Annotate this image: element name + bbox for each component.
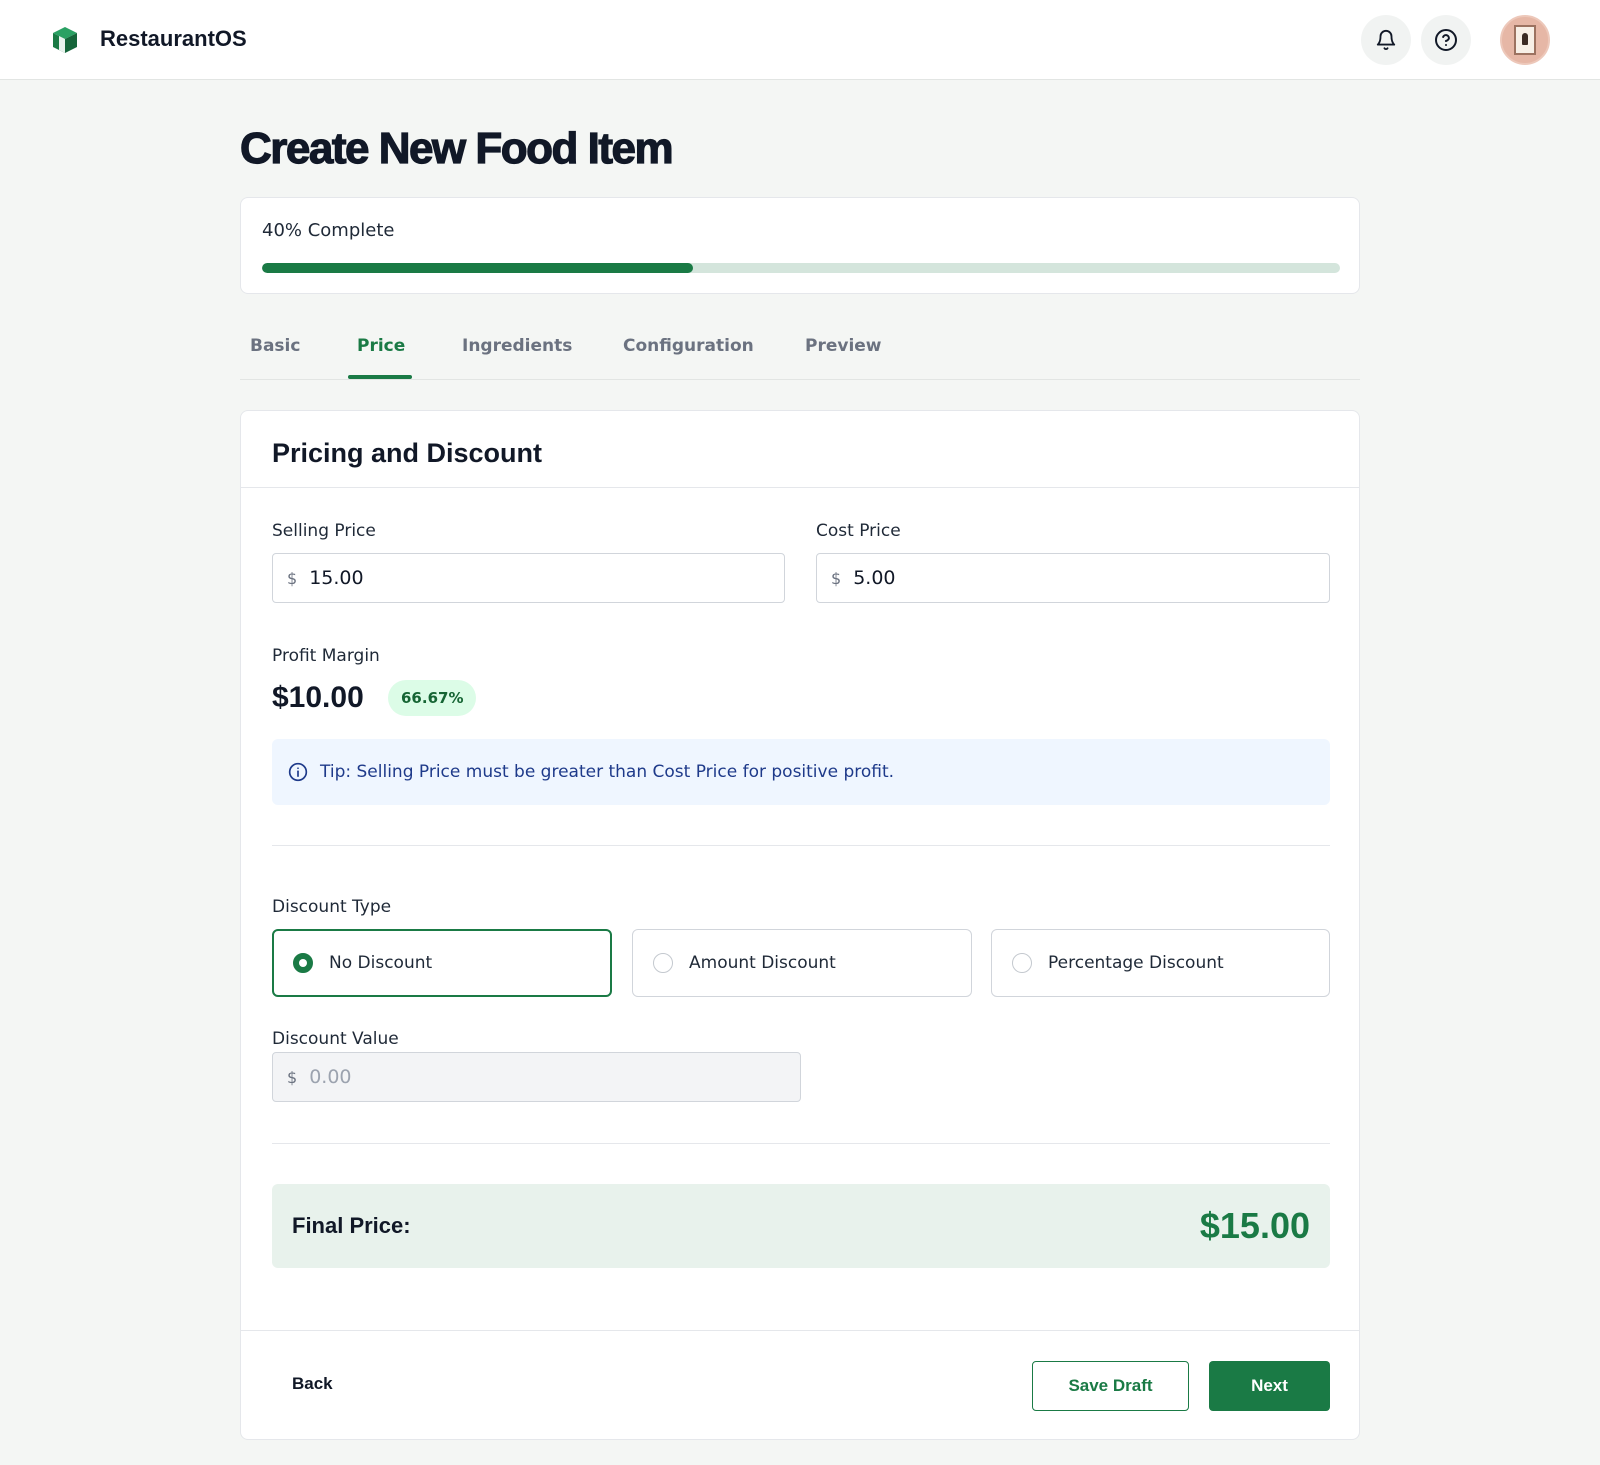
card-header: Pricing and Discount <box>241 411 1359 488</box>
tab-basic[interactable]: Basic <box>250 336 300 380</box>
currency-symbol: $ <box>287 568 298 588</box>
avatar-image <box>1514 25 1536 55</box>
card-footer: Back Save Draft Next <box>241 1330 1359 1440</box>
currency-symbol: $ <box>287 1067 298 1087</box>
cost-price-label: Cost Price <box>816 521 901 541</box>
section-divider <box>272 1143 1330 1144</box>
progress-bar-fill <box>262 263 694 273</box>
top-bar: RestaurantOS <box>0 0 1600 80</box>
profit-margin-value: $10.00 <box>272 681 364 714</box>
tip-box: Tip: Selling Price must be greater than … <box>272 739 1330 805</box>
cost-price-input[interactable]: $ 5.00 <box>816 553 1330 603</box>
discount-option-amount[interactable]: Amount Discount <box>632 929 972 997</box>
final-price-label: Final Price: <box>292 1213 411 1238</box>
selling-price-value: 15.00 <box>309 567 364 589</box>
radio-button[interactable] <box>653 953 673 973</box>
profit-margin-label: Profit Margin <box>272 646 380 666</box>
final-price-box: Final Price: $15.00 <box>272 1184 1330 1268</box>
info-icon <box>288 762 308 782</box>
progress-card: 40% Complete <box>240 197 1360 294</box>
tab-preview[interactable]: Preview <box>805 336 882 380</box>
final-price-value: $15.00 <box>1199 1205 1310 1246</box>
discount-value-placeholder: 0.00 <box>309 1066 352 1088</box>
step-tabs: Basic Price Ingredients Configuration Pr… <box>240 312 1360 380</box>
tab-configuration[interactable]: Configuration <box>623 336 754 380</box>
tab-ingredients[interactable]: Ingredients <box>462 336 572 380</box>
progress-bar <box>262 263 1340 273</box>
cost-price-value: 5.00 <box>853 567 896 589</box>
progress-label: 40% Complete <box>262 220 395 241</box>
discount-value-label: Discount Value <box>272 1029 399 1049</box>
currency-symbol: $ <box>831 568 842 588</box>
discount-type-label: Discount Type <box>272 897 392 917</box>
tab-price[interactable]: Price <box>357 336 405 380</box>
discount-option-label: Amount Discount <box>689 953 836 973</box>
selling-price-input[interactable]: $ 15.00 <box>272 553 785 603</box>
pricing-card: Pricing and Discount Selling Price $ 15.… <box>240 410 1360 1440</box>
radio-button[interactable] <box>1012 953 1032 973</box>
app-name[interactable]: RestaurantOS <box>100 26 247 52</box>
tip-text: Tip: Selling Price must be greater than … <box>320 762 895 782</box>
help-button[interactable] <box>1421 15 1471 65</box>
help-icon <box>1435 29 1457 51</box>
bell-icon <box>1376 30 1396 51</box>
profit-margin-badge: 66.67% <box>388 680 477 716</box>
page-title: Create New Food Item <box>239 123 674 173</box>
next-button[interactable]: Next <box>1209 1361 1330 1411</box>
active-tab-indicator <box>348 375 412 379</box>
back-button[interactable]: Back <box>292 1374 333 1394</box>
discount-value-input[interactable]: $ 0.00 <box>272 1052 801 1102</box>
discount-option-label: Percentage Discount <box>1048 953 1224 973</box>
avatar[interactable] <box>1500 15 1550 65</box>
discount-option-label: No Discount <box>329 953 433 973</box>
section-divider <box>272 845 1330 846</box>
radio-button[interactable] <box>293 953 313 973</box>
logo-cube-icon <box>53 27 77 53</box>
discount-option-none[interactable]: No Discount <box>272 929 612 997</box>
selling-price-label: Selling Price <box>272 521 376 541</box>
notifications-button[interactable] <box>1361 15 1411 65</box>
save-draft-button[interactable]: Save Draft <box>1032 1361 1189 1411</box>
discount-option-percentage[interactable]: Percentage Discount <box>991 929 1330 997</box>
card-title: Pricing and Discount <box>272 438 543 468</box>
